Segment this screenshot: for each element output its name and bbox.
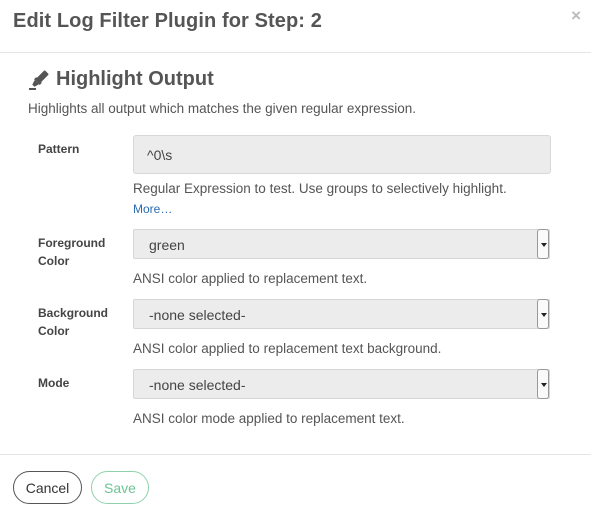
chevron-down-icon[interactable] [537, 369, 549, 399]
chevron-down-icon[interactable] [537, 299, 549, 329]
plugin-title: Highlight Output [56, 68, 214, 90]
foreground-color-label: Foreground Color [38, 236, 106, 268]
plugin-heading: Highlight Output [28, 68, 214, 91]
highlighter-icon [29, 70, 49, 90]
mode-value: -none selected- [149, 377, 246, 393]
background-color-help: ANSI color applied to replacement text b… [133, 341, 442, 356]
pattern-label: Pattern [38, 142, 80, 156]
plugin-description: Highlights all output which matches the … [28, 101, 416, 116]
save-button[interactable]: Save [91, 471, 149, 504]
foreground-color-value: green [149, 237, 185, 253]
mode-label: Mode [38, 376, 70, 390]
modal-title: Edit Log Filter Plugin for Step: 2 [13, 10, 322, 32]
foreground-color-select[interactable]: green [133, 229, 550, 259]
mode-select[interactable]: -none selected- [133, 369, 550, 399]
background-color-select[interactable]: -none selected- [133, 299, 550, 329]
cancel-button[interactable]: Cancel [13, 471, 82, 504]
pattern-help: Regular Expression to test. Use groups t… [133, 181, 507, 196]
foreground-color-help: ANSI color applied to replacement text. [133, 271, 368, 286]
modal-footer: Cancel Save [0, 454, 591, 517]
background-color-label: Background Color [38, 306, 109, 338]
chevron-down-icon[interactable] [537, 229, 549, 259]
modal-header: Edit Log Filter Plugin for Step: 2 × [0, 0, 591, 53]
close-icon[interactable]: × [571, 6, 581, 26]
more-link[interactable]: More… [133, 202, 172, 216]
mode-help: ANSI color mode applied to replacement t… [133, 411, 405, 426]
background-color-value: -none selected- [149, 307, 246, 323]
pattern-input[interactable] [133, 135, 551, 174]
